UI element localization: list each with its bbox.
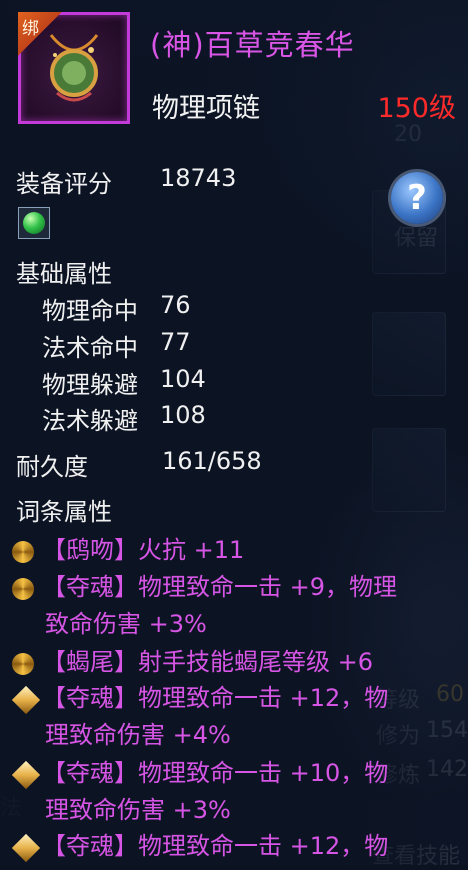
base-attr-label: 法术命中 xyxy=(42,334,138,362)
item-subtype: 物理项链 xyxy=(152,93,260,124)
durability-label: 耐久度 xyxy=(16,453,88,481)
affix-row: 【夺魂】物理致命一击 +9，物理 xyxy=(12,567,397,602)
question-mark-icon: ? xyxy=(407,178,427,218)
swirl-icon xyxy=(12,541,34,563)
base-attr-label: 物理躲避 xyxy=(42,371,138,399)
swirl-icon xyxy=(12,653,34,675)
affix-text: 【夺魂】物理致命一击 +9，物理 xyxy=(42,573,398,601)
item-tooltip: 绑 (神)百草竞春华 物理项链 150级 ? 装备评分 18743 基础属性 物… xyxy=(0,0,468,865)
affix-row: 【夺魂】物理致命一击 +12，物 xyxy=(11,678,389,715)
affix-title: 词条属性 xyxy=(16,498,112,526)
diamond-icon xyxy=(11,833,41,863)
score-label: 装备评分 xyxy=(16,170,112,198)
base-attr-label: 法术躲避 xyxy=(42,407,138,435)
swirl-icon xyxy=(12,578,34,600)
bound-tag: 绑 xyxy=(22,19,39,39)
affix-text: 【夺魂】物理致命一击 +10，物 xyxy=(42,759,389,787)
green-gem-icon[interactable] xyxy=(18,207,50,239)
base-attr-value: 76 xyxy=(160,291,191,319)
affix-text-continued: 理致命伤害 +4% xyxy=(45,721,231,749)
affix-row: 【夺魂】物理致命一击 +12，物 xyxy=(11,826,389,863)
affix-text-continued: 理致命伤害 +3% xyxy=(45,796,231,824)
affix-text: 【蝎尾】射手技能蝎尾等级 +6 xyxy=(42,648,374,676)
affix-text-continued: 致命伤害 +3% xyxy=(45,610,207,638)
base-attr-value: 108 xyxy=(160,401,206,429)
diamond-icon xyxy=(11,760,41,790)
affix-row: 【夺魂】物理致命一击 +10，物 xyxy=(11,753,389,790)
base-attr-value: 77 xyxy=(160,328,191,356)
base-attributes-title: 基础属性 xyxy=(16,260,112,288)
base-attr-value: 104 xyxy=(160,365,206,393)
item-name: (神)百草竞春华 xyxy=(150,28,355,62)
score-value: 18743 xyxy=(160,164,237,192)
affix-text: 【夺魂】物理致命一击 +12，物 xyxy=(42,832,389,860)
affix-row: 【蝎尾】射手技能蝎尾等级 +6 xyxy=(12,642,373,677)
base-attr-label: 物理命中 xyxy=(42,297,138,325)
diamond-icon xyxy=(11,685,41,715)
durability-value: 161/658 xyxy=(162,447,262,475)
help-button[interactable]: ? xyxy=(391,172,443,224)
necklace-icon: 绑 xyxy=(18,12,130,124)
affix-text: 【鸱吻】火抗 +11 xyxy=(42,536,245,564)
affix-text: 【夺魂】物理致命一击 +12，物 xyxy=(42,684,389,712)
item-level: 150级 xyxy=(377,93,456,124)
affix-row: 【鸱吻】火抗 +11 xyxy=(12,530,244,565)
bound-badge: 绑 xyxy=(18,12,62,56)
